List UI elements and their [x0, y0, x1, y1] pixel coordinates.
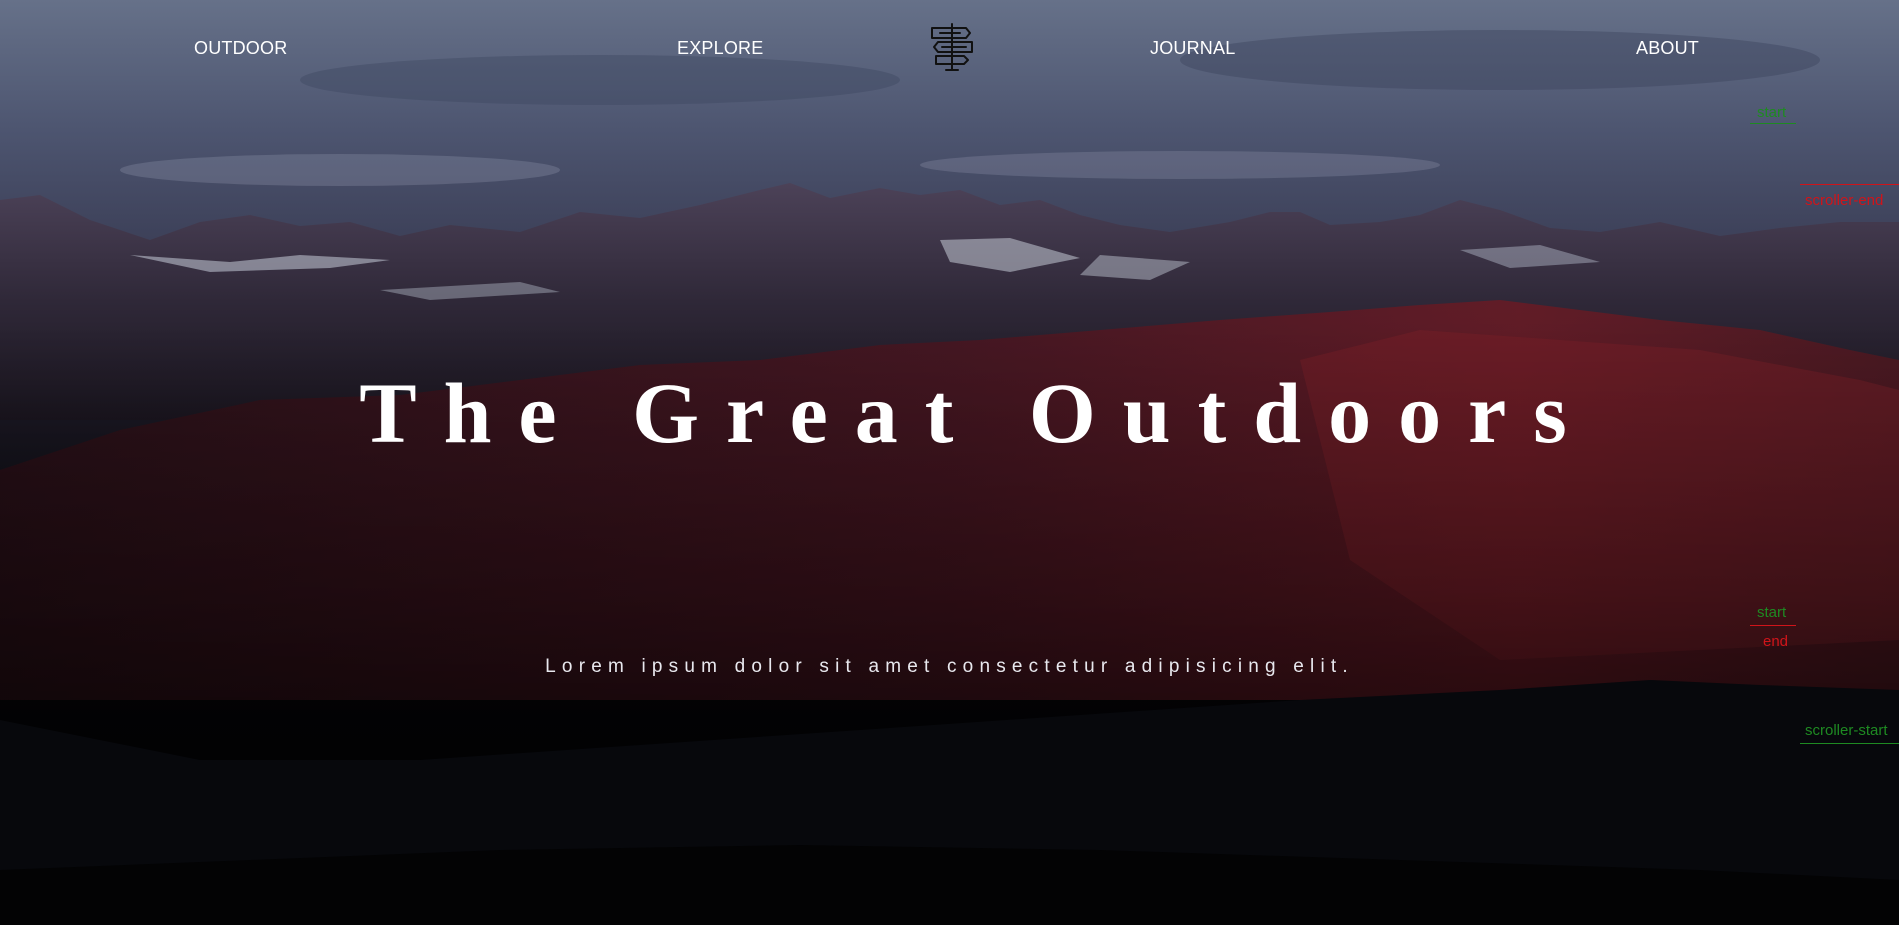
nav-link-journal[interactable]: JOURNAL: [1150, 38, 1235, 59]
marker-start-top-line: [1750, 123, 1796, 124]
signpost-icon[interactable]: [926, 20, 978, 74]
nav-link-about[interactable]: ABOUT: [1636, 38, 1699, 59]
marker-end: end: [1763, 633, 1789, 650]
scroller-end-line: [1800, 184, 1899, 185]
nav-link-outdoor[interactable]: OUTDOOR: [194, 38, 287, 59]
hero-section: OUTDOOR EXPLORE JOURNAL ABOUT The Great …: [0, 0, 1899, 925]
marker-end-line: [1750, 625, 1796, 626]
marker-scroller-end: scroller-end: [1805, 192, 1884, 209]
hero-title: The Great Outdoors: [359, 365, 1594, 461]
nav-link-explore[interactable]: EXPLORE: [677, 38, 763, 59]
marker-start: start: [1757, 604, 1787, 621]
marker-scroller-start: scroller-start: [1805, 722, 1888, 739]
hero-subtitle: Lorem ipsum dolor sit amet consectetur a…: [545, 656, 1354, 677]
mountain-background: [0, 0, 1899, 925]
marker-start-top: start: [1757, 104, 1787, 121]
scroller-start-line: [1800, 743, 1899, 744]
